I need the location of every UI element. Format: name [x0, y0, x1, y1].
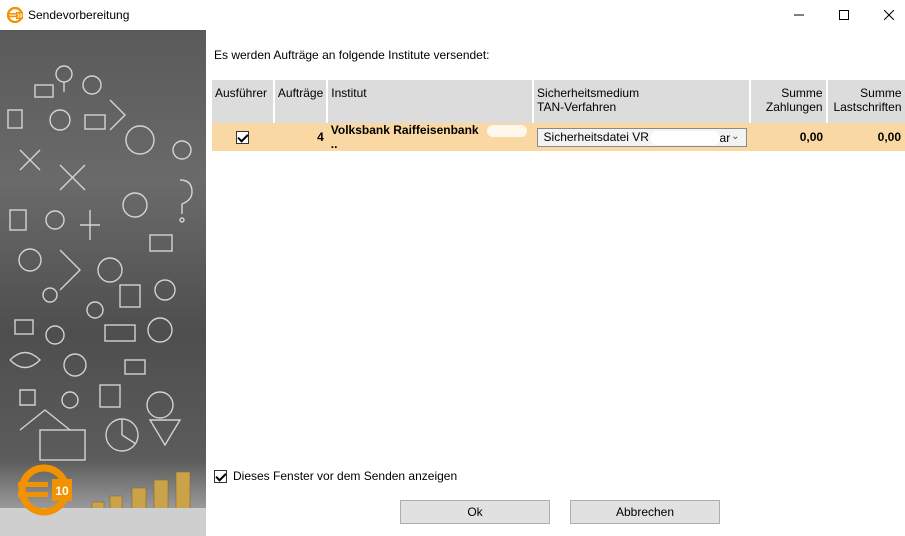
show-before-send-checkbox[interactable]: [214, 469, 227, 483]
orders-table: Ausführer Aufträge Institut Sicherheitsm…: [212, 80, 905, 151]
cancel-button[interactable]: Abbrechen: [570, 500, 720, 524]
col-header-orders[interactable]: Aufträge: [273, 80, 329, 123]
col-header-payments[interactable]: Summe Zahlungen: [750, 80, 828, 123]
coin-stacks: [91, 471, 191, 513]
svg-text:10: 10: [17, 14, 23, 20]
table-header-row: Ausführer Aufträge Institut Sicherheitsm…: [212, 80, 905, 123]
chevron-down-icon: ⌄: [731, 130, 740, 142]
close-button[interactable]: [866, 0, 905, 30]
maximize-button[interactable]: [821, 0, 867, 30]
window-title: Sendevorbereitung: [28, 8, 130, 22]
institute-name: Volksbank Raiffeisenbank: [330, 123, 479, 137]
ok-button[interactable]: Ok: [400, 500, 550, 524]
title-bar: 10 Sendevorbereitung: [0, 0, 905, 30]
institute-suffix: ..: [330, 137, 338, 151]
col-header-debits[interactable]: Summe Lastschriften: [826, 80, 905, 123]
redaction-blur: [486, 124, 527, 137]
redaction-blur: [649, 130, 720, 145]
col-header-executor[interactable]: Ausführer: [212, 80, 275, 123]
debits-sum: 0,00: [826, 123, 905, 151]
col-header-institute[interactable]: Institut: [327, 80, 535, 123]
orders-count: 4: [273, 123, 328, 151]
col-header-security[interactable]: Sicherheitsmedium TAN-Verfahren: [533, 80, 752, 123]
intro-text: Es werden Aufträge an folgende Institute…: [214, 48, 490, 62]
close-icon: [884, 10, 894, 20]
minimize-button[interactable]: [776, 0, 822, 30]
logo-number-text: 10: [55, 484, 69, 498]
executor-checkbox[interactable]: [236, 131, 250, 145]
minimize-icon: [794, 14, 804, 16]
security-medium-value: Sicherheitsdatei VR: [543, 130, 649, 144]
security-medium-suffix: ar: [719, 130, 731, 145]
executor-cell[interactable]: [212, 123, 275, 151]
institute-cell: Volksbank Raiffeisenbank ..: [327, 123, 534, 151]
app-logo-icon: 10: [7, 7, 23, 23]
maximize-icon: [839, 10, 849, 20]
show-before-send-label: Dieses Fenster vor dem Senden anzeigen: [233, 469, 458, 483]
security-medium-select[interactable]: Sicherheitsdatei VR ar ⌄: [536, 127, 747, 147]
payments-sum: 0,00: [750, 123, 828, 151]
table-row[interactable]: 4 Volksbank Raiffeisenbank .. Sicherheit…: [212, 123, 905, 151]
show-before-send-option[interactable]: Dieses Fenster vor dem Senden anzeigen: [214, 469, 457, 483]
security-cell[interactable]: Sicherheitsdatei VR ar ⌄: [533, 123, 751, 151]
doodle-icons: 10: [0, 65, 206, 536]
side-decoration-image: 10: [0, 30, 206, 536]
